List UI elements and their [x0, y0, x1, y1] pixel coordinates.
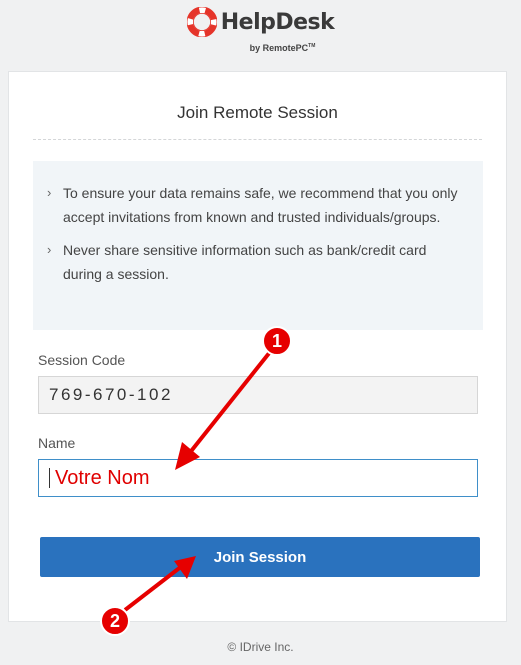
- footer-copyright: © IDrive Inc.: [227, 640, 294, 654]
- session-code-field[interactable]: 769-670-102: [38, 376, 478, 414]
- page-title: Join Remote Session: [177, 103, 338, 122]
- notice-item: › To ensure your data remains safe, we r…: [47, 181, 467, 229]
- security-notice: › To ensure your data remains safe, we r…: [33, 161, 483, 330]
- text-cursor: [49, 468, 50, 488]
- name-label: Name: [38, 435, 76, 451]
- chevron-right-icon: ›: [47, 242, 52, 257]
- join-session-button[interactable]: Join Session: [40, 537, 480, 577]
- join-session-card: Join Remote Session › To ensure your dat…: [8, 71, 507, 622]
- name-field-value: Votre Nom: [55, 467, 150, 489]
- session-code-label: Session Code: [38, 352, 126, 368]
- brand-name: HelpDesk: [220, 9, 335, 35]
- helpdesk-logo: HelpDesk by RemotePCTM: [0, 6, 521, 56]
- lifebuoy-logo-icon: [186, 7, 217, 37]
- chevron-right-icon: ›: [47, 185, 52, 200]
- notice-item: › Never share sensitive information such…: [47, 238, 467, 286]
- name-field[interactable]: Votre Nom: [38, 459, 478, 497]
- brand-sub: by RemotePCTM: [249, 43, 316, 53]
- title-divider: [33, 139, 482, 140]
